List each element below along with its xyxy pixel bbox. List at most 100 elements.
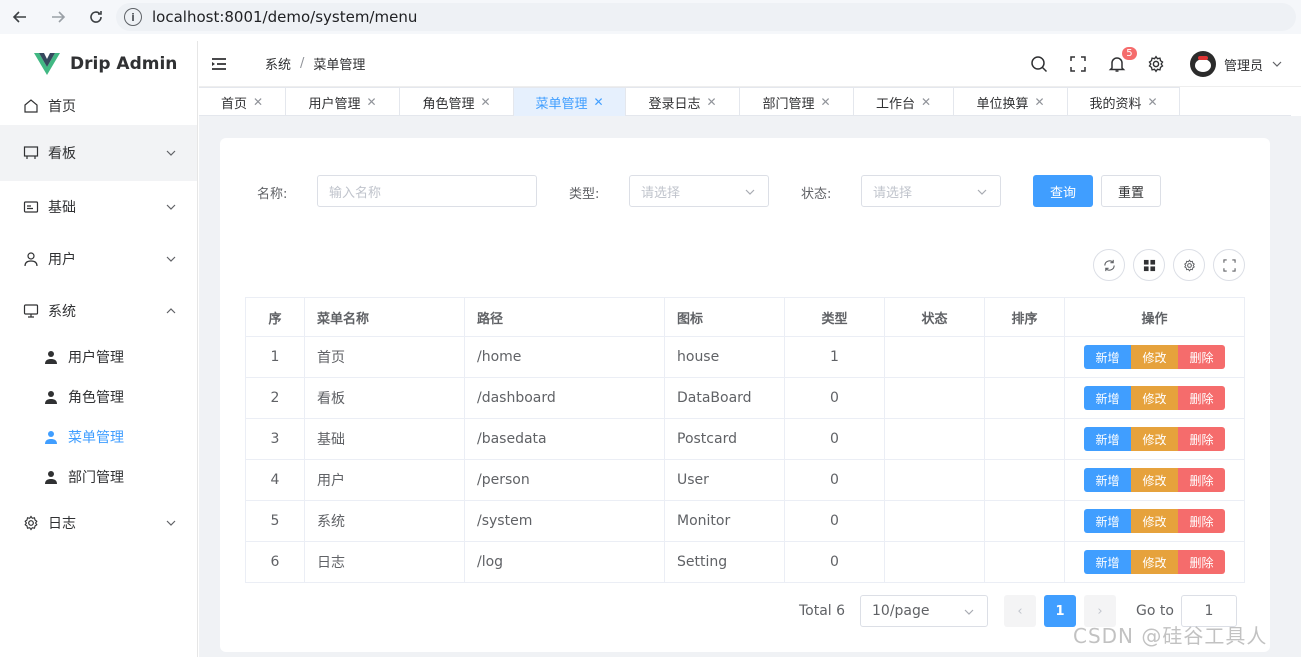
row-type: 1 xyxy=(784,336,885,378)
add-button[interactable]: 新增 xyxy=(1084,550,1131,574)
grid-button[interactable] xyxy=(1133,249,1165,281)
sidebar-item-home[interactable]: 首页 xyxy=(0,87,197,125)
gear-icon xyxy=(22,514,40,532)
settings-gear-icon[interactable] xyxy=(1147,55,1165,73)
bell-icon[interactable]: 5 xyxy=(1108,46,1138,73)
fold-menu-icon[interactable] xyxy=(211,57,227,71)
refresh-button[interactable] xyxy=(1093,249,1125,281)
row-index: 5 xyxy=(245,500,305,542)
delete-button[interactable]: 删除 xyxy=(1178,386,1225,410)
add-button[interactable]: 新增 xyxy=(1084,386,1131,410)
page-number-button[interactable]: 1 xyxy=(1044,595,1076,627)
url-text: localhost:8001/demo/system/menu xyxy=(152,8,418,26)
row-type: 0 xyxy=(784,459,885,501)
row-type: 0 xyxy=(784,541,885,583)
sidebar-sub-user-manage[interactable]: 用户管理 xyxy=(0,337,197,377)
close-icon[interactable]: ✕ xyxy=(480,95,490,109)
info-icon[interactable]: i xyxy=(124,8,142,26)
row-status xyxy=(884,377,985,419)
sidebar-item-person[interactable]: 用户 xyxy=(0,233,197,285)
name-input[interactable]: 输入名称 xyxy=(317,175,537,207)
avatar[interactable] xyxy=(1189,51,1216,77)
tab-login-log[interactable]: 登录日志 ✕ xyxy=(626,87,740,116)
row-status xyxy=(884,541,985,583)
add-button[interactable]: 新增 xyxy=(1084,345,1131,369)
chevron-down-icon xyxy=(166,150,176,156)
tabs-bar: 首页 ✕ 用户管理 ✕ 角色管理 ✕ 菜单管理 ✕ 登录日志 ✕ 部门管理 ✕ 工作台 ✕ 单… xyxy=(199,87,1291,116)
prev-page-button[interactable]: ‹ xyxy=(1004,595,1036,627)
sidebar-item-dashboard[interactable]: 看板 xyxy=(0,125,197,181)
edit-button[interactable]: 修改 xyxy=(1131,386,1178,410)
reload-icon[interactable] xyxy=(84,5,108,29)
column-settings-button[interactable] xyxy=(1173,249,1205,281)
forward-icon[interactable] xyxy=(46,5,70,29)
sidebar-sub-role-manage[interactable]: 角色管理 xyxy=(0,377,197,417)
query-button[interactable]: 查询 xyxy=(1033,175,1093,207)
house-icon xyxy=(22,97,40,115)
sidebar-item-basedata[interactable]: 基础 xyxy=(0,181,197,233)
close-icon[interactable]: ✕ xyxy=(921,95,931,109)
row-path: /log xyxy=(464,541,665,583)
table-fullscreen-button[interactable] xyxy=(1213,249,1245,281)
page-size-select[interactable]: 10/page xyxy=(860,595,988,627)
reset-button[interactable]: 重置 xyxy=(1101,175,1161,207)
sidebar-item-system[interactable]: 系统 xyxy=(0,285,197,337)
address-bar[interactable]: i localhost:8001/demo/system/menu xyxy=(116,3,1296,31)
status-select[interactable]: 请选择 xyxy=(861,175,1001,207)
tab-menu-manage[interactable]: 菜单管理 ✕ xyxy=(514,87,626,116)
tab-unit-convert[interactable]: 单位换算 ✕ xyxy=(954,87,1068,116)
type-select[interactable]: 请选择 xyxy=(629,175,769,207)
row-path: /person xyxy=(464,459,665,501)
close-icon[interactable]: ✕ xyxy=(366,95,376,109)
add-button[interactable]: 新增 xyxy=(1084,509,1131,533)
close-icon[interactable]: ✕ xyxy=(1147,95,1157,109)
edit-button[interactable]: 修改 xyxy=(1131,550,1178,574)
delete-button[interactable]: 删除 xyxy=(1178,468,1225,492)
edit-button[interactable]: 修改 xyxy=(1131,427,1178,451)
add-button[interactable]: 新增 xyxy=(1084,468,1131,492)
sidebar: Drip Admin 首页 看板 基础 用户 系统 用户管理 角色管理 菜单管理… xyxy=(0,41,198,657)
close-icon[interactable]: ✕ xyxy=(1034,95,1044,109)
chevron-down-icon xyxy=(745,189,755,195)
fullscreen-icon[interactable] xyxy=(1069,55,1087,73)
delete-button[interactable]: 删除 xyxy=(1178,427,1225,451)
row-index: 1 xyxy=(245,336,305,378)
edit-button[interactable]: 修改 xyxy=(1131,509,1178,533)
user-solid-icon xyxy=(45,471,57,484)
username[interactable]: 管理员 xyxy=(1224,55,1263,74)
chevron-down-icon[interactable] xyxy=(1271,58,1283,70)
sidebar-sub-label: 角色管理 xyxy=(68,390,124,406)
sidebar-item-log[interactable]: 日志 xyxy=(0,497,197,549)
notification-badge: 5 xyxy=(1120,46,1138,61)
tab-home[interactable]: 首页 ✕ xyxy=(199,87,286,116)
edit-button[interactable]: 修改 xyxy=(1131,468,1178,492)
close-icon[interactable]: ✕ xyxy=(820,95,830,109)
chevron-down-icon xyxy=(166,204,176,210)
tab-dept-manage[interactable]: 部门管理 ✕ xyxy=(740,87,854,116)
close-icon[interactable]: ✕ xyxy=(593,95,603,109)
chevron-down-icon xyxy=(166,520,176,526)
tab-workbench[interactable]: 工作台 ✕ xyxy=(854,87,954,116)
edit-button[interactable]: 修改 xyxy=(1131,345,1178,369)
close-icon[interactable]: ✕ xyxy=(253,95,263,109)
tab-role-manage[interactable]: 角色管理 ✕ xyxy=(400,87,514,116)
close-icon[interactable]: ✕ xyxy=(706,95,716,109)
back-icon[interactable] xyxy=(8,5,32,29)
tab-my-profile[interactable]: 我的资料 ✕ xyxy=(1068,87,1180,116)
add-button[interactable]: 新增 xyxy=(1084,427,1131,451)
row-path: /system xyxy=(464,500,665,542)
sidebar-sub-menu-manage[interactable]: 菜单管理 xyxy=(0,417,197,457)
row-actions: 新增 修改 删除 xyxy=(1064,500,1245,542)
delete-button[interactable]: 删除 xyxy=(1178,509,1225,533)
tab-label: 用户管理 xyxy=(308,96,361,112)
delete-button[interactable]: 删除 xyxy=(1178,550,1225,574)
type-placeholder: 请选择 xyxy=(641,185,681,201)
search-icon[interactable] xyxy=(1030,55,1048,73)
action-button-group: 新增 修改 删除 xyxy=(1065,427,1244,451)
breadcrumb-item[interactable]: 系统 xyxy=(265,54,291,73)
row-menu-name: 系统 xyxy=(304,500,465,542)
logo: Drip Admin xyxy=(0,41,197,87)
sidebar-sub-dept-manage[interactable]: 部门管理 xyxy=(0,457,197,497)
delete-button[interactable]: 删除 xyxy=(1178,345,1225,369)
tab-user-manage[interactable]: 用户管理 ✕ xyxy=(286,87,400,116)
